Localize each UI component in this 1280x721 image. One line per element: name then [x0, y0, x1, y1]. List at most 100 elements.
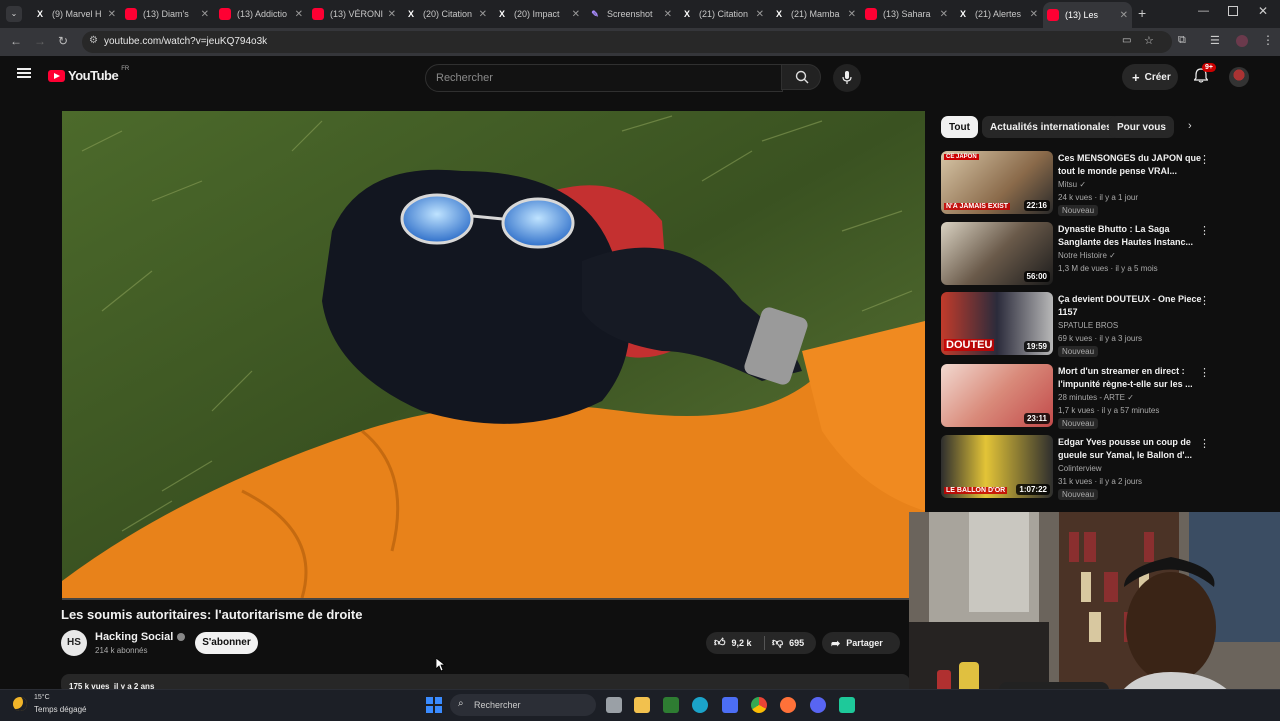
discord-icon[interactable]: [810, 697, 826, 713]
share-button[interactable]: ➦ Partager: [822, 632, 900, 654]
chrome-icon[interactable]: [751, 697, 767, 713]
browser-tab[interactable]: X (21) Mamba ✕: [769, 4, 860, 24]
recommended-title[interactable]: Mort d'un streamer en direct : l'impunit…: [1058, 365, 1210, 391]
close-tab-icon[interactable]: ✕: [940, 9, 948, 20]
browser-tab[interactable]: X (20) Impact ✕: [492, 4, 584, 24]
browser-tab[interactable]: (13) Addictio ✕: [215, 4, 307, 24]
new-tab-button[interactable]: +: [1138, 5, 1146, 21]
more-options-icon[interactable]: ⋮: [1199, 366, 1210, 379]
close-tab-icon[interactable]: ✕: [388, 9, 396, 20]
close-window-button[interactable]: ✕: [1258, 4, 1268, 18]
close-tab-icon[interactable]: ✕: [572, 9, 580, 20]
browser-tab[interactable]: (13) Sahara ✕: [861, 4, 952, 24]
video-progress-bar[interactable]: [62, 598, 910, 600]
restore-button[interactable]: [1228, 6, 1238, 16]
recommended-video[interactable]: DOUTEU 19:59 Ça devient DOUTEUX - One Piec…: [941, 292, 1261, 357]
browser-tab[interactable]: X (21) Alertes ✕: [953, 4, 1042, 24]
recommended-title[interactable]: Ces MENSONGES du JAPON que tout le monde…: [1058, 152, 1210, 178]
bookmark-star-icon[interactable]: ☆: [1144, 34, 1154, 47]
close-tab-icon[interactable]: ✕: [756, 9, 764, 20]
browser-tab[interactable]: (13) Les ✕: [1043, 2, 1132, 28]
recommended-video[interactable]: CE JAPON N'A JAMAIS EXIST 22:16 Ces MENSONG…: [941, 151, 1261, 216]
reload-icon[interactable]: ↻: [58, 34, 68, 48]
reading-list-icon[interactable]: ☰: [1210, 34, 1220, 47]
channel-avatar[interactable]: HS: [61, 630, 87, 656]
edge-icon[interactable]: [692, 697, 708, 713]
channel-name[interactable]: Hacking Social: [95, 631, 186, 643]
recommended-channel[interactable]: Mitsu ✓: [1058, 180, 1086, 189]
nvidia-icon[interactable]: [663, 697, 679, 713]
profile-icon[interactable]: [1236, 35, 1248, 47]
browser-tab[interactable]: X (21) Citation ✕: [677, 4, 768, 24]
more-options-icon[interactable]: ⋮: [1199, 224, 1210, 237]
extensions-icon[interactable]: ⧉: [1178, 34, 1186, 47]
search-button[interactable]: [781, 64, 821, 90]
forward-icon[interactable]: →: [34, 34, 46, 48]
search-input[interactable]: Rechercher: [425, 64, 783, 92]
back-icon[interactable]: ←: [10, 34, 22, 48]
recommended-channel[interactable]: SPATULE BROS: [1058, 321, 1118, 330]
filter-chip[interactable]: Pour vous: [1109, 116, 1174, 138]
dislike-button[interactable]: 👎︎ 695: [772, 636, 804, 649]
close-tab-icon[interactable]: ✕: [108, 9, 116, 20]
more-options-icon[interactable]: ⋮: [1199, 437, 1210, 450]
browser-tab[interactable]: (13) Diam's ✕: [121, 4, 213, 24]
recommended-title[interactable]: Edgar Yves pousse un coup de gueule sur …: [1058, 436, 1210, 462]
tab-list-chevron-icon[interactable]: ⌄: [6, 6, 22, 22]
install-app-icon[interactable]: ▭: [1122, 35, 1131, 46]
windows-start-icon[interactable]: [426, 697, 442, 713]
browser-tab[interactable]: X (20) Citation ✕: [401, 4, 491, 24]
close-tab-icon[interactable]: ✕: [664, 9, 672, 20]
recommended-title[interactable]: Dynastie Bhutto : La Saga Sanglante des …: [1058, 223, 1210, 249]
filter-chip[interactable]: Tout: [941, 116, 978, 138]
recommended-channel[interactable]: 28 minutes - ARTE ✓: [1058, 393, 1134, 402]
chips-next-chevron-icon[interactable]: ›: [1188, 120, 1192, 132]
more-options-icon[interactable]: ⋮: [1199, 153, 1210, 166]
filter-chip[interactable]: Actualités internationales: [982, 116, 1120, 138]
browser-tab[interactable]: X (9) Marvel H ✕: [30, 4, 120, 24]
create-button[interactable]: + Créer: [1122, 64, 1178, 90]
minimize-button[interactable]: —: [1198, 5, 1209, 17]
store-icon[interactable]: [722, 697, 738, 713]
task-view-icon[interactable]: [606, 697, 622, 713]
recommended-title[interactable]: Ça devient DOUTEUX - One Piece 1157: [1058, 293, 1210, 319]
close-tab-icon[interactable]: ✕: [295, 9, 303, 20]
browser-tab[interactable]: (13) VÉRONI ✕: [308, 4, 400, 24]
voice-search-button[interactable]: [833, 64, 861, 92]
url-field[interactable]: ⚙ youtube.com/watch?v=jeuKQ794o3k ▭ ☆: [82, 31, 1172, 53]
close-tab-icon[interactable]: ✕: [1030, 9, 1038, 20]
file-explorer-icon[interactable]: [634, 697, 650, 713]
hamburger-menu-icon[interactable]: [17, 68, 31, 78]
browser-menu-icon[interactable]: ⋮: [1262, 33, 1274, 47]
video-thumbnail[interactable]: CE JAPON N'A JAMAIS EXIST 22:16: [941, 151, 1053, 214]
recommended-channel[interactable]: Notre Histoire ✓: [1058, 251, 1116, 260]
account-avatar[interactable]: [1229, 67, 1249, 87]
weather-temp: 15°C: [34, 694, 50, 701]
notifications-button[interactable]: 9+: [1193, 63, 1216, 84]
obs-app-icon[interactable]: [839, 697, 855, 713]
more-options-icon[interactable]: ⋮: [1199, 294, 1210, 307]
browser-tab[interactable]: ✎ Screenshot ✕: [585, 4, 676, 24]
video-thumbnail[interactable]: LE BALLON D'OR 1:07:22: [941, 435, 1053, 498]
youtube-icon: [865, 8, 877, 20]
video-thumbnail[interactable]: DOUTEU 19:59: [941, 292, 1053, 355]
close-tab-icon[interactable]: ✕: [848, 9, 856, 20]
taskbar-search[interactable]: ⌕ Rechercher: [450, 694, 596, 716]
like-button[interactable]: 👍︎ 9,2 k: [714, 636, 752, 649]
close-tab-icon[interactable]: ✕: [479, 9, 487, 20]
site-info-icon[interactable]: ⚙: [89, 35, 98, 46]
recommended-video[interactable]: LE BALLON D'OR 1:07:22 Edgar Yves pousse u…: [941, 435, 1261, 500]
weather-moon-icon[interactable]: [13, 697, 27, 711]
video-thumbnail[interactable]: 23:11: [941, 364, 1053, 427]
video-player[interactable]: [62, 111, 925, 598]
recommended-channel[interactable]: Colinterview: [1058, 464, 1102, 473]
video-thumbnail[interactable]: 56:00: [941, 222, 1053, 285]
youtube-logo[interactable]: YouTube FR: [48, 66, 129, 83]
recommended-video[interactable]: 56:00 Dynastie Bhutto : La Saga Sanglante…: [941, 222, 1261, 286]
close-tab-icon[interactable]: ✕: [201, 9, 209, 20]
subscriber-count: 214 k abonnés: [95, 646, 148, 655]
recommended-video[interactable]: 23:11 Mort d'un streamer en direct : l'im…: [941, 364, 1261, 429]
close-tab-icon[interactable]: ✕: [1120, 10, 1128, 21]
firefox-icon[interactable]: [780, 697, 796, 713]
subscribe-button[interactable]: S'abonner: [195, 632, 258, 654]
